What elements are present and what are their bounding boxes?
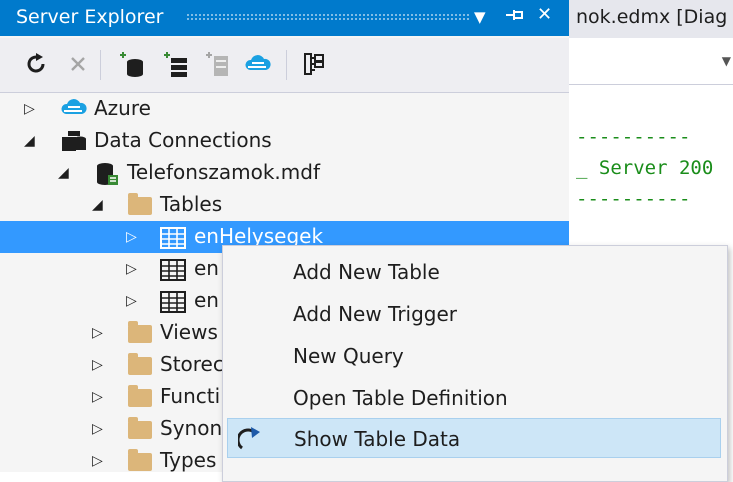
folder-icon — [128, 449, 152, 471]
add-connection-icon[interactable] — [162, 50, 190, 78]
pin-icon[interactable] — [504, 4, 526, 31]
menu-item-add-new-trigger[interactable]: Add New Trigger — [227, 294, 721, 334]
toolbar-separator — [100, 50, 101, 80]
menu-item-label: Add New Table — [293, 260, 440, 284]
code-line: ---------- — [576, 188, 691, 210]
panel-titlebar[interactable]: Server Explorer ▼ ✕ — [0, 0, 569, 36]
menu-item-label: Add New Trigger — [293, 302, 458, 326]
table-icon — [160, 259, 186, 285]
expand-arrow-icon[interactable]: ▷ — [126, 293, 137, 309]
drag-grip[interactable] — [186, 13, 471, 21]
expand-arrow-icon[interactable]: ▷ — [92, 421, 103, 437]
tree-node-label: Views — [160, 320, 218, 344]
menu-item-label: New Query — [293, 344, 404, 368]
code-line: ---------- — [576, 126, 691, 148]
expand-arrow-icon[interactable]: ▷ — [126, 229, 137, 245]
show-data-arrow-icon — [236, 426, 266, 456]
collapse-arrow-icon[interactable]: ◢ — [24, 133, 35, 149]
folder-icon — [128, 385, 152, 407]
table-icon — [160, 227, 186, 253]
chevron-down-icon[interactable]: ▼ — [722, 54, 731, 68]
expand-arrow-icon[interactable]: ▷ — [92, 453, 103, 469]
menu-item-open-table-definition[interactable]: Open Table Definition — [227, 378, 721, 418]
context-menu: Add New Table Add New Trigger New Query … — [222, 245, 728, 482]
add-sql-server-icon[interactable] — [204, 50, 232, 78]
editor-document-tab[interactable]: nok.edmx [Diag — [569, 0, 733, 38]
panel-toolbar — [0, 38, 569, 93]
tree-node-label: Telefonszamok.mdf — [127, 160, 320, 184]
tree-node-label: en — [194, 256, 219, 280]
tree-node-label: Azure — [94, 96, 151, 120]
tree-node-data-connections[interactable]: ◢ Data Connections — [0, 125, 569, 157]
menu-item-show-table-data[interactable]: Show Table Data — [227, 418, 721, 458]
close-icon[interactable]: ✕ — [537, 4, 552, 25]
tree-node-label: Functi — [160, 384, 221, 408]
tree-node-label: Tables — [160, 192, 223, 216]
database-file-icon — [94, 161, 120, 191]
folder-icon — [128, 353, 152, 375]
data-connections-icon — [60, 129, 88, 157]
dropdown-icon[interactable]: ▼ — [474, 8, 486, 26]
tree-node-label: Types — [160, 448, 217, 472]
folder-icon — [128, 321, 152, 343]
collapse-arrow-icon[interactable]: ◢ — [92, 197, 103, 213]
toolbar-separator — [286, 50, 287, 80]
azure-cloud-icon — [60, 98, 88, 122]
tree-node-label: Data Connections — [94, 128, 272, 152]
tree-node-label: Synon — [160, 416, 223, 440]
menu-item-label: Show Table Data — [294, 427, 461, 451]
panel-title: Server Explorer — [16, 6, 164, 28]
menu-item-label: Open Table Definition — [293, 386, 508, 410]
tree-node-label: Storec — [160, 352, 224, 376]
expand-arrow-icon[interactable]: ▷ — [92, 357, 103, 373]
expand-arrow-icon[interactable]: ▷ — [126, 261, 137, 277]
folder-icon — [128, 417, 152, 439]
expand-arrow-icon[interactable]: ▷ — [92, 325, 103, 341]
editor-dropdown[interactable]: ▼ — [569, 38, 733, 85]
connect-azure-icon[interactable] — [244, 50, 272, 78]
collapse-arrow-icon[interactable]: ◢ — [58, 165, 69, 181]
stop-icon[interactable] — [64, 50, 92, 78]
tree-node-tables[interactable]: ◢ Tables — [0, 189, 569, 221]
expand-arrow-icon[interactable]: ▷ — [24, 101, 35, 117]
editor-tab-label: nok.edmx [Diag — [576, 6, 728, 28]
folder-icon — [128, 193, 152, 215]
connect-database-icon[interactable] — [118, 50, 146, 78]
code-line: _ Server 200 — [576, 157, 714, 179]
tree-node-label: en — [194, 288, 219, 312]
tree-node-azure[interactable]: ▷ Azure — [0, 93, 569, 125]
menu-item-add-new-table[interactable]: Add New Table — [227, 252, 721, 292]
properties-icon[interactable] — [300, 50, 328, 78]
expand-arrow-icon[interactable]: ▷ — [92, 389, 103, 405]
tree-node-database[interactable]: ◢ Telefonszamok.mdf — [0, 157, 569, 189]
menu-item-new-query[interactable]: New Query — [227, 336, 721, 376]
refresh-icon[interactable] — [22, 50, 50, 78]
table-icon — [160, 291, 186, 317]
